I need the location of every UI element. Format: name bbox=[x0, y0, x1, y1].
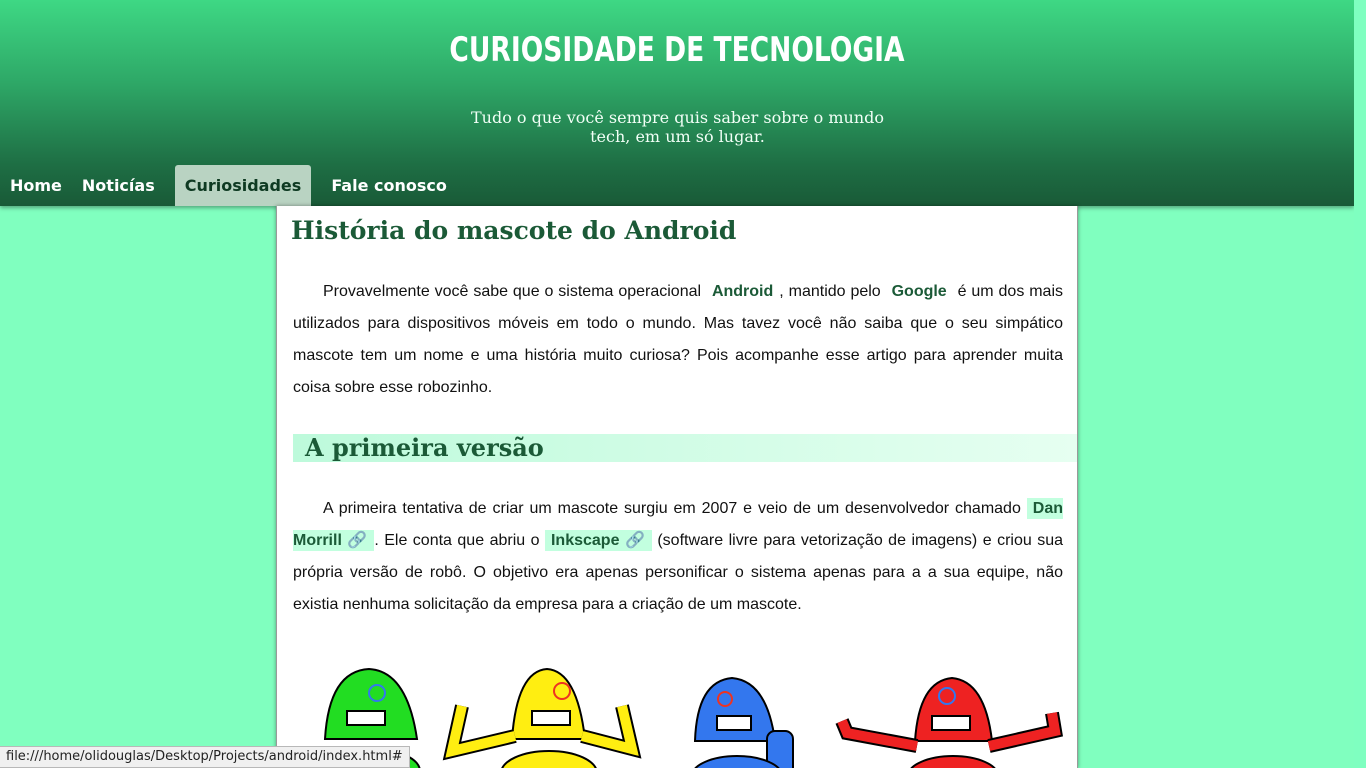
section-heading: A primeira versão bbox=[293, 434, 1077, 462]
google-keyword: Google bbox=[891, 283, 947, 300]
section-text-2: . Ele conta que abriu o bbox=[374, 532, 545, 549]
nav-item-noticias[interactable]: Noticías bbox=[72, 165, 165, 206]
intro-text-2: , mantido pelo bbox=[779, 283, 886, 300]
robot-blue bbox=[693, 676, 794, 768]
article-title: História do mascote do Android bbox=[291, 216, 737, 245]
nav-item-home[interactable]: Home bbox=[0, 165, 72, 206]
nav-item-fale-conosco[interactable]: Fale conosco bbox=[321, 165, 457, 206]
site-subtitle: Tudo o que você sempre quis saber sobre … bbox=[470, 108, 885, 146]
site-title: CURIOSIDADE DE TECNOLOGIA bbox=[449, 30, 905, 70]
link-icon: 🔗 bbox=[347, 532, 369, 549]
android-keyword: Android bbox=[711, 283, 774, 300]
inkscape-link[interactable]: Inkscape 🔗 bbox=[544, 530, 652, 551]
robot-red bbox=[835, 676, 1063, 768]
status-bar-url: file:///home/olidouglas/Desktop/Projects… bbox=[0, 746, 410, 768]
site-header: CURIOSIDADE DE TECNOLOGIA Tudo o que voc… bbox=[0, 0, 1354, 206]
nav-item-curiosidades[interactable]: Curiosidades bbox=[174, 165, 312, 206]
intro-paragraph: Provavelmente você sabe que o sistema op… bbox=[293, 276, 1063, 404]
main-nav: Home Noticías Curiosidades Fale conosco bbox=[0, 165, 457, 206]
link-icon: 🔗 bbox=[624, 532, 646, 549]
robot-green-head bbox=[323, 667, 419, 740]
section-paragraph: A primeira tentativa de criar um mascote… bbox=[293, 493, 1063, 621]
article: História do mascote do Android Provavelm… bbox=[276, 206, 1078, 768]
robot-yellow bbox=[442, 667, 642, 768]
inkscape-link-label: Inkscape bbox=[550, 532, 620, 549]
intro-text-1: Provavelmente você sabe que o sistema op… bbox=[323, 283, 706, 300]
section-text-1: A primeira tentativa de criar um mascote… bbox=[323, 500, 1027, 517]
page-scrollbar[interactable] bbox=[1354, 0, 1366, 768]
